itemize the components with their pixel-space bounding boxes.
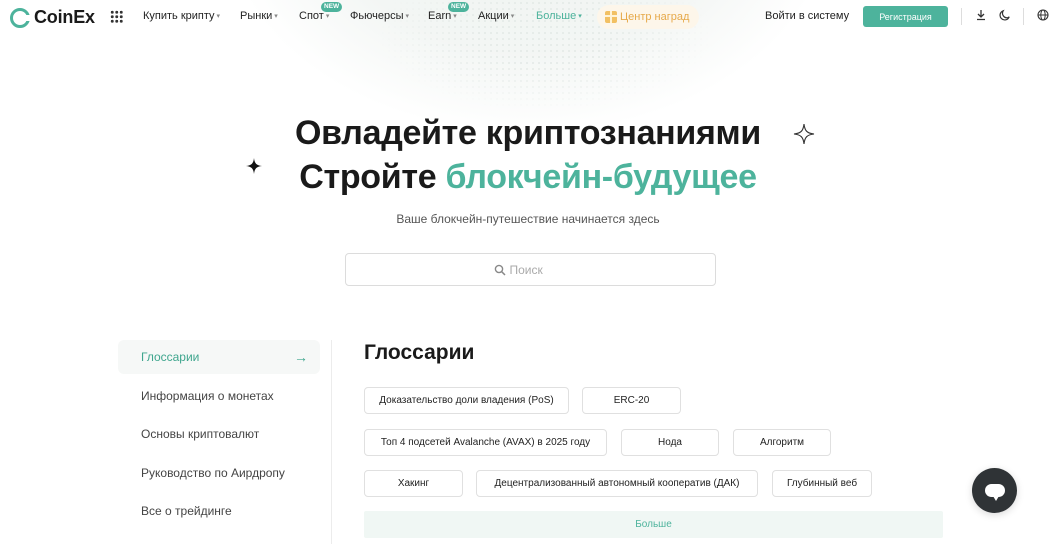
sidebar-item-label: Основы криптовалют bbox=[141, 427, 260, 441]
hero-subtitle: Ваше блокчейн-путешествие начинается зде… bbox=[396, 212, 660, 226]
glossary-chip[interactable]: Хакинг bbox=[364, 470, 463, 497]
sidebar-item-glossaries[interactable]: Глоссарии → bbox=[118, 340, 320, 374]
nav-more[interactable]: Больше ▾ bbox=[536, 10, 582, 22]
nav-buy-crypto[interactable]: Купить крипту ▾ bbox=[143, 10, 220, 22]
sidebar-item-airdrop-guide[interactable]: Руководство по Аирдропу bbox=[118, 456, 320, 490]
header-divider bbox=[1023, 8, 1024, 25]
search-box[interactable] bbox=[345, 253, 716, 286]
rewards-label: Центр наград bbox=[620, 11, 690, 23]
glossary-section-title: Глоссарии bbox=[364, 341, 475, 364]
search-icon bbox=[494, 264, 506, 276]
sidebar-item-label: Информация о монетах bbox=[141, 388, 274, 403]
chat-support-button[interactable] bbox=[972, 468, 1017, 513]
sidebar-item-label: Руководство по Аирдропу bbox=[141, 465, 285, 480]
new-badge: NEW bbox=[448, 2, 470, 12]
chevron-down-icon: ▾ bbox=[510, 13, 515, 20]
glossary-chip[interactable]: Глубинный веб bbox=[772, 470, 872, 497]
top-navigation: CoinEx Купить крипту ▾ Рынки ▾ NEW Спот ▾ Фь… bbox=[0, 0, 1056, 34]
glossary-chip[interactable]: Алгоритм bbox=[733, 429, 831, 456]
glossary-chip[interactable]: ERC-20 bbox=[582, 387, 681, 414]
sidebar-divider bbox=[331, 340, 332, 544]
gift-icon bbox=[605, 11, 617, 23]
header-divider bbox=[961, 8, 962, 25]
chevron-down-icon: ▾ bbox=[325, 13, 330, 20]
chevron-down-icon: ▾ bbox=[405, 13, 409, 20]
rewards-center-button[interactable]: Центр наград bbox=[597, 5, 700, 29]
glossary-chip[interactable]: Нода bbox=[621, 429, 719, 456]
register-button[interactable]: Регистрация bbox=[863, 6, 948, 27]
search-input[interactable] bbox=[509, 262, 568, 277]
apps-grid-icon[interactable] bbox=[110, 10, 123, 23]
sidebar-item-label: Глоссарии bbox=[141, 350, 200, 364]
chevron-down-icon: ▾ bbox=[578, 13, 582, 20]
chevron-down-icon: ▾ bbox=[274, 13, 278, 20]
nav-markets[interactable]: Рынки ▾ bbox=[240, 10, 278, 22]
login-link[interactable]: Войти в систему bbox=[765, 10, 849, 22]
hero-title-accent: блокчейн-будущее bbox=[445, 158, 757, 196]
glossary-chip[interactable]: Топ 4 подсетей Avalanche (AVAX) в 2025 г… bbox=[364, 429, 607, 456]
chevron-down-icon: ▾ bbox=[453, 13, 457, 20]
coinex-logo-icon bbox=[10, 7, 30, 28]
sidebar-item-crypto-basics[interactable]: Основы криптовалют bbox=[118, 417, 320, 451]
sidebar-item-label: Все о трейдинге bbox=[141, 504, 232, 518]
glossary-chip[interactable]: Доказательство доли владения (PoS) bbox=[364, 387, 569, 414]
nav-earn[interactable]: NEW Earn ▾ bbox=[428, 2, 470, 22]
glossary-chip[interactable]: Децентрализованный автономный кооператив… bbox=[476, 470, 758, 497]
hero-title-line2: Стройте блокчейн-будущее bbox=[299, 158, 757, 196]
coinex-logo[interactable]: CoinEx bbox=[10, 7, 95, 28]
nav-futures[interactable]: Фьючерсы ▾ bbox=[350, 10, 409, 22]
category-sidebar: Глоссарии → Информация о монетах Основы … bbox=[118, 340, 320, 533]
more-glossary-button[interactable]: Больше bbox=[364, 511, 943, 538]
arrow-right-icon: → bbox=[294, 349, 308, 365]
brand-name: CoinEx bbox=[34, 7, 95, 27]
sidebar-item-trading[interactable]: Все о трейдинге bbox=[118, 494, 320, 528]
download-icon[interactable] bbox=[974, 9, 988, 23]
sidebar-item-coin-info[interactable]: Информация о монетах bbox=[118, 379, 320, 413]
hero-title-line1: Овладейте криптознаниями bbox=[294, 114, 762, 152]
nav-stocks[interactable]: Акции ▾ bbox=[478, 10, 514, 22]
chevron-down-icon: ▾ bbox=[216, 13, 221, 20]
moon-icon[interactable] bbox=[998, 9, 1012, 23]
nav-spot[interactable]: NEW Спот ▾ bbox=[299, 2, 343, 22]
new-badge: NEW bbox=[321, 2, 343, 12]
chat-icon bbox=[984, 484, 1005, 501]
globe-icon[interactable] bbox=[1036, 9, 1050, 23]
